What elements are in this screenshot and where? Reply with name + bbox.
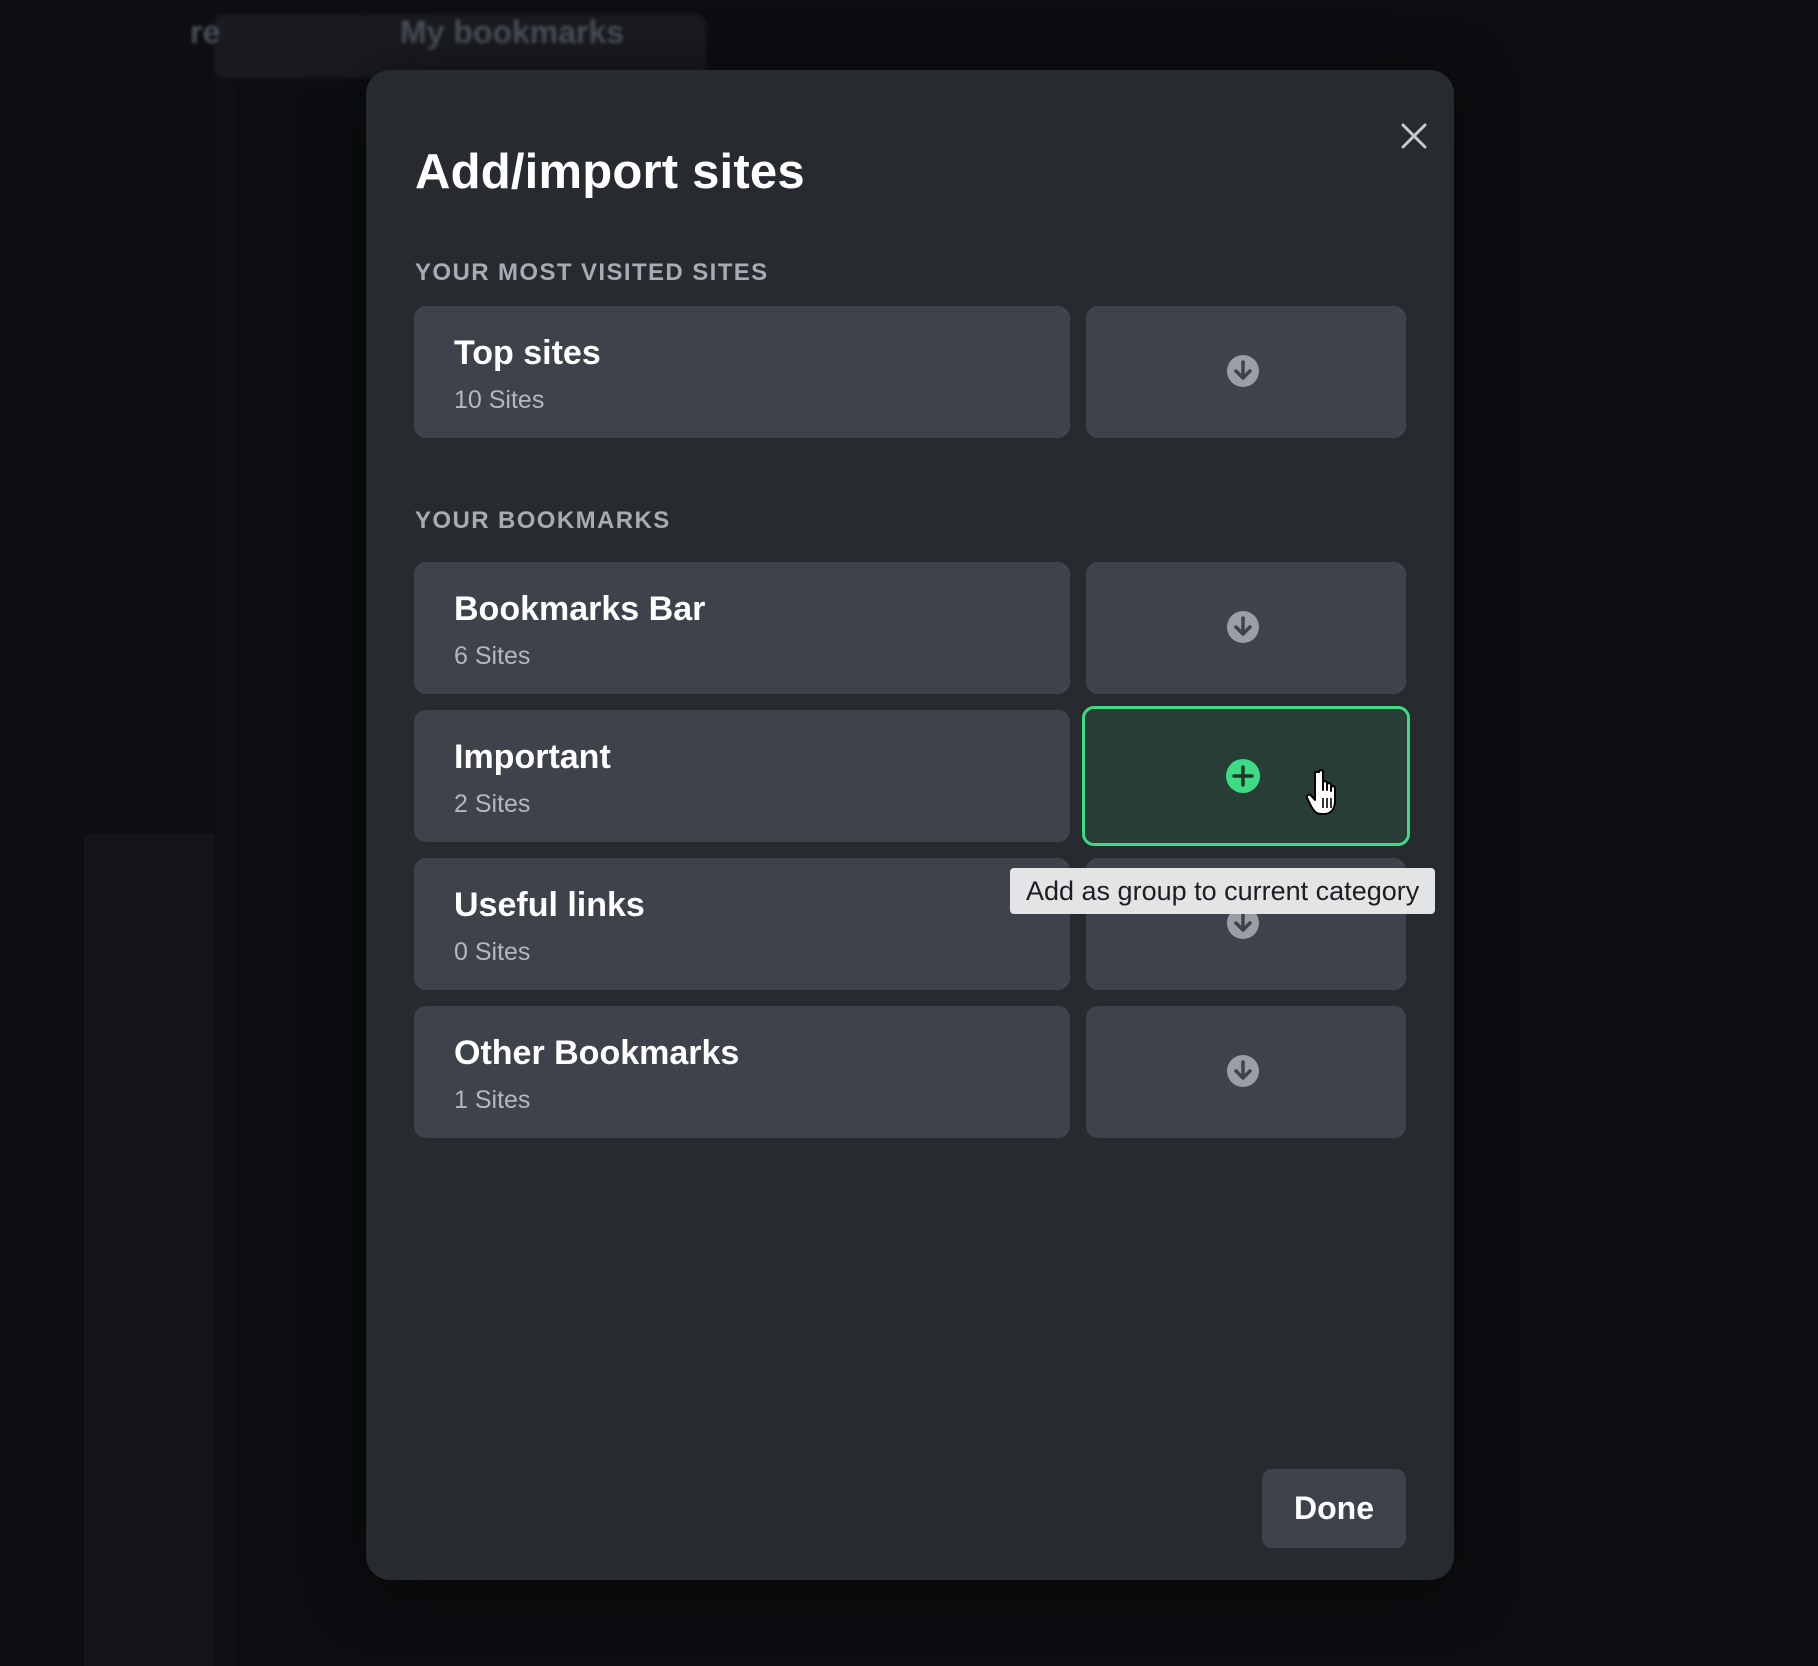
site-group-name: Useful links <box>454 886 645 924</box>
import-button-other-bookmarks[interactable] <box>1086 1006 1406 1138</box>
site-group-card-other-bookmarks[interactable]: Other Bookmarks 1 Sites <box>414 1006 1070 1138</box>
close-icon <box>1401 123 1427 149</box>
site-group-count: 0 Sites <box>454 938 531 966</box>
site-group-count: 2 Sites <box>454 790 531 818</box>
import-button-bookmarks-bar[interactable] <box>1086 562 1406 694</box>
site-group-card-top-sites[interactable]: Top sites 10 Sites <box>414 306 1070 438</box>
pointer-hand-icon <box>1305 769 1336 815</box>
background-strip <box>214 78 236 1666</box>
site-group-name: Bookmarks Bar <box>454 590 706 628</box>
dialog-title: Add/import sites <box>415 145 805 199</box>
site-group-name: Other Bookmarks <box>454 1034 740 1072</box>
plus-icon <box>1226 759 1260 793</box>
background-tab-my-bookmarks: My bookmarks <box>400 14 625 50</box>
import-button-top-sites[interactable] <box>1086 306 1406 438</box>
download-icon <box>1227 611 1259 643</box>
site-group-card-important[interactable]: Important 2 Sites <box>414 710 1070 842</box>
site-group-count: 1 Sites <box>454 1086 531 1114</box>
add-import-sites-dialog: Add/import sites YOUR MOST VISITED SITES… <box>366 70 1454 1580</box>
done-button[interactable]: Done <box>1262 1469 1406 1548</box>
site-group-card-bookmarks-bar[interactable]: Bookmarks Bar 6 Sites <box>414 562 1070 694</box>
background-tab-explore: re <box>190 14 221 50</box>
download-icon <box>1227 355 1259 387</box>
site-group-name: Top sites <box>454 334 601 372</box>
add-group-button-important[interactable] <box>1082 706 1410 846</box>
site-group-card-useful-links[interactable]: Useful links 0 Sites <box>414 858 1070 990</box>
tooltip: Add as group to current category <box>1010 868 1436 914</box>
close-button[interactable] <box>1384 106 1444 166</box>
section-label-bookmarks: YOUR BOOKMARKS <box>415 507 671 534</box>
section-label-most-visited: YOUR MOST VISITED SITES <box>415 259 769 286</box>
background-sidebar <box>84 834 214 1666</box>
site-group-count: 6 Sites <box>454 642 531 670</box>
site-group-count: 10 Sites <box>454 386 545 414</box>
download-icon <box>1227 1055 1259 1087</box>
site-group-name: Important <box>454 738 611 776</box>
